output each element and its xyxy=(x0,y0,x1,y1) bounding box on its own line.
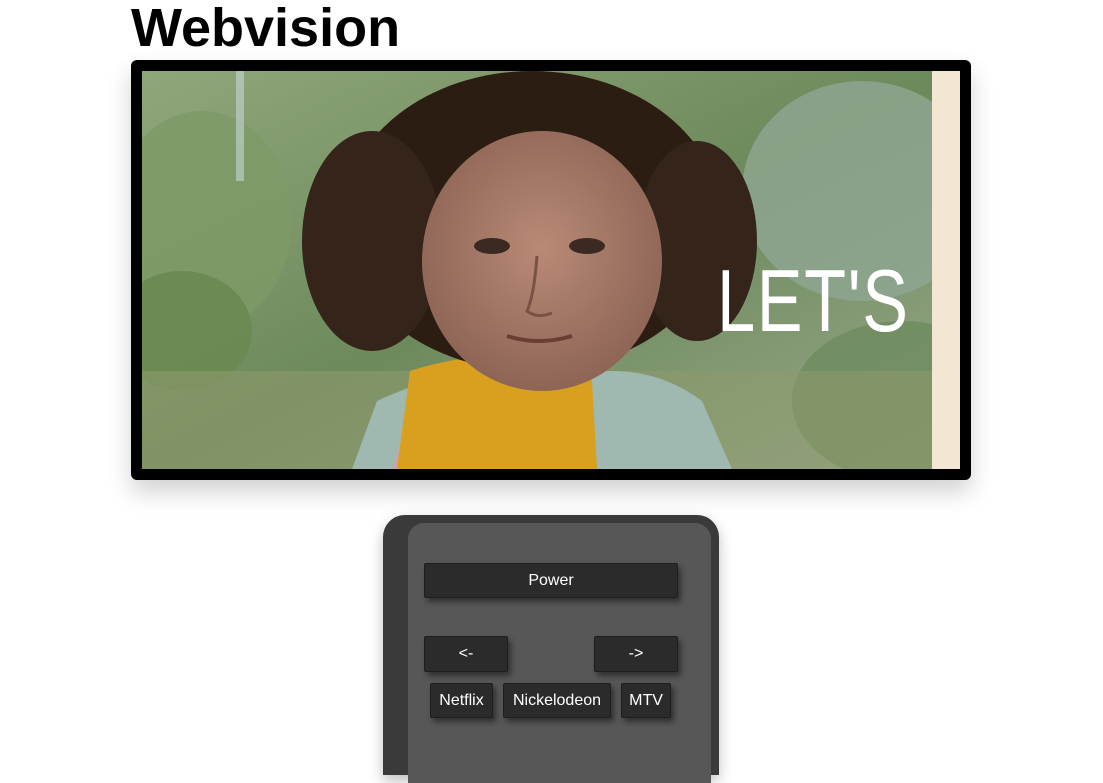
channel-mtv-button[interactable]: MTV xyxy=(621,683,671,718)
remote-control: Power <- -> Netflix Nickelodeon MTV xyxy=(383,515,719,783)
tv-frame: LET'S xyxy=(131,60,971,480)
channel-netflix-button[interactable]: Netflix xyxy=(430,683,493,718)
previous-channel-button[interactable]: <- xyxy=(424,636,508,672)
remote-face: Power <- -> Netflix Nickelodeon MTV xyxy=(408,523,711,783)
tv-screen: LET'S xyxy=(142,71,960,469)
page-title: Webvision xyxy=(131,0,401,58)
next-channel-button[interactable]: -> xyxy=(594,636,678,672)
video-caption: LET'S xyxy=(717,251,910,350)
power-button[interactable]: Power xyxy=(424,563,678,598)
channel-nickelodeon-button[interactable]: Nickelodeon xyxy=(503,683,611,718)
